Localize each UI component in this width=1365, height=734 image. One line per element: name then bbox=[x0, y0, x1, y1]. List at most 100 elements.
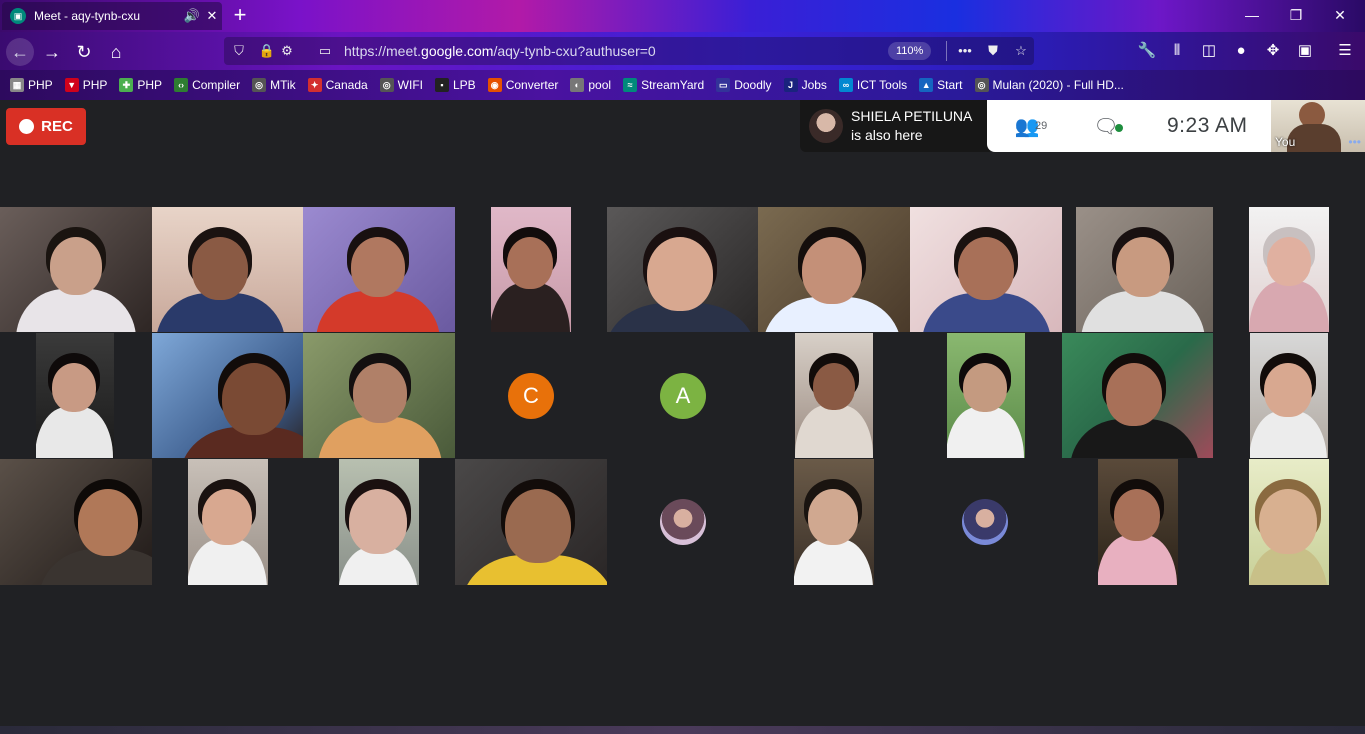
menu-icon[interactable]: ☰ bbox=[1334, 41, 1356, 61]
bookmark-label: ICT Tools bbox=[856, 78, 908, 92]
bookmarks-bar: ▦ PHP ▼ PHP ✚ PHP ‹› Compiler ◎ MTik ✦ Canada ◎ WIFI ▪… bbox=[0, 70, 1365, 100]
participant-tile[interactable] bbox=[152, 333, 303, 458]
speaker-icon[interactable]: 🔊 bbox=[182, 8, 202, 24]
participant-tile[interactable] bbox=[1098, 459, 1178, 585]
notification-text: is also here bbox=[851, 127, 923, 143]
bookmark-item[interactable]: J Jobs bbox=[783, 78, 827, 92]
participant-face bbox=[1106, 363, 1162, 426]
bookmark-label: WIFI bbox=[397, 78, 423, 92]
participant-tile[interactable] bbox=[607, 207, 758, 332]
bookmark-label: PHP bbox=[28, 78, 53, 92]
camera-permission-icon[interactable]: ▭ bbox=[316, 42, 334, 60]
bookmark-item[interactable]: ≈ StreamYard bbox=[623, 78, 704, 92]
account-icon[interactable]: ● bbox=[1230, 41, 1252, 61]
participant-face bbox=[1259, 489, 1317, 554]
reload-button[interactable]: ↻ bbox=[70, 38, 98, 66]
bookmark-item[interactable]: ◎ WIFI bbox=[379, 78, 423, 92]
notification-avatar bbox=[809, 109, 843, 143]
lock-icon[interactable]: 🔒 bbox=[258, 42, 276, 60]
participant-tile[interactable] bbox=[0, 459, 152, 585]
notification-name: SHIELA PETILUNA bbox=[851, 108, 973, 124]
participant-tile[interactable] bbox=[36, 333, 114, 458]
url-bar[interactable]: ⛉ 🔒 ⚙ ▭ https://meet.google.com/aqy-tynb… bbox=[224, 37, 1034, 65]
rec-label: REC bbox=[41, 118, 73, 135]
bookmark-label: MTik bbox=[270, 78, 296, 92]
participant-tile[interactable] bbox=[910, 207, 1062, 332]
participant-tile[interactable] bbox=[303, 333, 455, 458]
bookmark-item[interactable]: ▭ Doodly bbox=[716, 78, 772, 92]
back-button[interactable]: ← bbox=[6, 38, 34, 66]
extension-icon[interactable]: ✥ bbox=[1262, 41, 1284, 61]
bookmark-item[interactable]: ‹› Compiler bbox=[174, 78, 240, 92]
participant-face bbox=[1264, 363, 1312, 417]
participant-tile[interactable] bbox=[303, 207, 455, 332]
chat-notification-dot bbox=[1115, 123, 1123, 132]
participant-tile[interactable] bbox=[339, 459, 419, 585]
extension-blue-icon[interactable]: ▣ bbox=[1294, 41, 1316, 61]
permissions-icon[interactable]: ⚙ bbox=[278, 42, 296, 60]
participant-tile[interactable] bbox=[1249, 459, 1329, 585]
participant-tile[interactable] bbox=[491, 207, 571, 332]
close-window-button[interactable]: ✕ bbox=[1326, 4, 1354, 26]
new-tab-button[interactable]: + bbox=[228, 4, 252, 28]
self-more-options-icon[interactable]: ••• bbox=[1348, 135, 1361, 149]
participant-initial-avatar[interactable]: C bbox=[508, 373, 554, 419]
bookmark-item[interactable]: ▼ PHP bbox=[64, 78, 107, 92]
minimize-button[interactable]: — bbox=[1238, 4, 1266, 26]
library-icon[interactable]: ⫴ bbox=[1166, 41, 1188, 61]
participant-tile[interactable] bbox=[455, 459, 607, 585]
participant-tile[interactable] bbox=[1062, 333, 1213, 458]
home-button[interactable]: ⌂ bbox=[102, 38, 130, 66]
participant-tile[interactable] bbox=[1250, 333, 1328, 458]
chat-button[interactable]: 🗨 bbox=[1067, 114, 1145, 139]
participant-tile[interactable] bbox=[188, 459, 268, 585]
ict-icon: ∞ bbox=[838, 78, 853, 92]
participant-photo-avatar[interactable] bbox=[660, 499, 706, 545]
participant-tile[interactable] bbox=[947, 333, 1025, 458]
bookmark-item[interactable]: ✦ Canada bbox=[307, 78, 368, 92]
sidebar-icon[interactable]: ◫ bbox=[1198, 41, 1220, 61]
participant-tile[interactable] bbox=[152, 207, 303, 332]
wrench-icon[interactable]: 🔧 bbox=[1136, 41, 1158, 61]
jobs-icon: J bbox=[783, 78, 798, 92]
self-preview-tile[interactable]: You ••• bbox=[1271, 100, 1365, 152]
code-icon: ‹› bbox=[174, 78, 189, 92]
bookmark-item[interactable]: ▦ PHP bbox=[10, 78, 53, 92]
bookmark-star-icon[interactable]: ☆ bbox=[1012, 42, 1030, 60]
participant-tile[interactable] bbox=[1249, 207, 1329, 332]
bookmark-item[interactable]: ▪ LPB bbox=[435, 78, 476, 92]
restore-button[interactable]: ❐ bbox=[1282, 4, 1310, 26]
bookmark-item[interactable]: ◎ MTik bbox=[252, 78, 296, 92]
page-actions-icon[interactable]: ••• bbox=[956, 42, 974, 60]
close-tab-icon[interactable]: ✕ bbox=[202, 8, 222, 24]
bookmark-item[interactable]: ∞ ICT Tools bbox=[838, 78, 908, 92]
php-green-icon: ✚ bbox=[119, 78, 134, 92]
browser-tab[interactable]: ▣ Meet - aqy-tynb-cxu 🔊 ✕ bbox=[2, 2, 222, 30]
participant-photo-avatar[interactable] bbox=[962, 499, 1008, 545]
shield-icon[interactable]: ⛉ bbox=[230, 42, 248, 60]
bookmark-item[interactable]: ◉ Converter bbox=[487, 78, 558, 92]
participant-initial-avatar[interactable]: A bbox=[660, 373, 706, 419]
self-label: You bbox=[1275, 135, 1296, 149]
browser-navbar: ← → ↻ ⌂ ⛉ 🔒 ⚙ ▭ https://meet.google.com/… bbox=[0, 32, 1365, 70]
taskbar-strip bbox=[0, 726, 1365, 734]
zoom-level[interactable]: 110% bbox=[888, 42, 932, 60]
participant-tile[interactable] bbox=[758, 207, 910, 332]
bookmark-item[interactable]: ◐ pool bbox=[570, 78, 611, 92]
bookmark-item[interactable]: ✚ PHP bbox=[119, 78, 162, 92]
participant-face bbox=[802, 237, 862, 304]
forward-button[interactable]: → bbox=[38, 38, 66, 66]
bookmark-item[interactable]: ◎ Mulan (2020) - Full HD... bbox=[974, 78, 1124, 92]
participant-tile[interactable] bbox=[1076, 207, 1213, 332]
recording-indicator: REC bbox=[6, 108, 86, 145]
pocket-icon[interactable]: ⛊ bbox=[984, 42, 1002, 60]
app-window: ▣ Meet - aqy-tynb-cxu 🔊 ✕ + — ❐ ✕ ← → ↻ … bbox=[0, 0, 1365, 734]
participant-tile[interactable] bbox=[0, 207, 152, 332]
participant-face bbox=[351, 237, 405, 297]
bookmark-label: LPB bbox=[453, 78, 476, 92]
participant-tile[interactable] bbox=[795, 333, 873, 458]
participants-button[interactable]: 👥 29 bbox=[987, 114, 1067, 139]
participant-tile[interactable] bbox=[794, 459, 874, 585]
bookmark-item[interactable]: ▲ Start bbox=[919, 78, 963, 92]
url-text[interactable]: https://meet.google.com/aqy-tynb-cxu?aut… bbox=[344, 43, 656, 59]
